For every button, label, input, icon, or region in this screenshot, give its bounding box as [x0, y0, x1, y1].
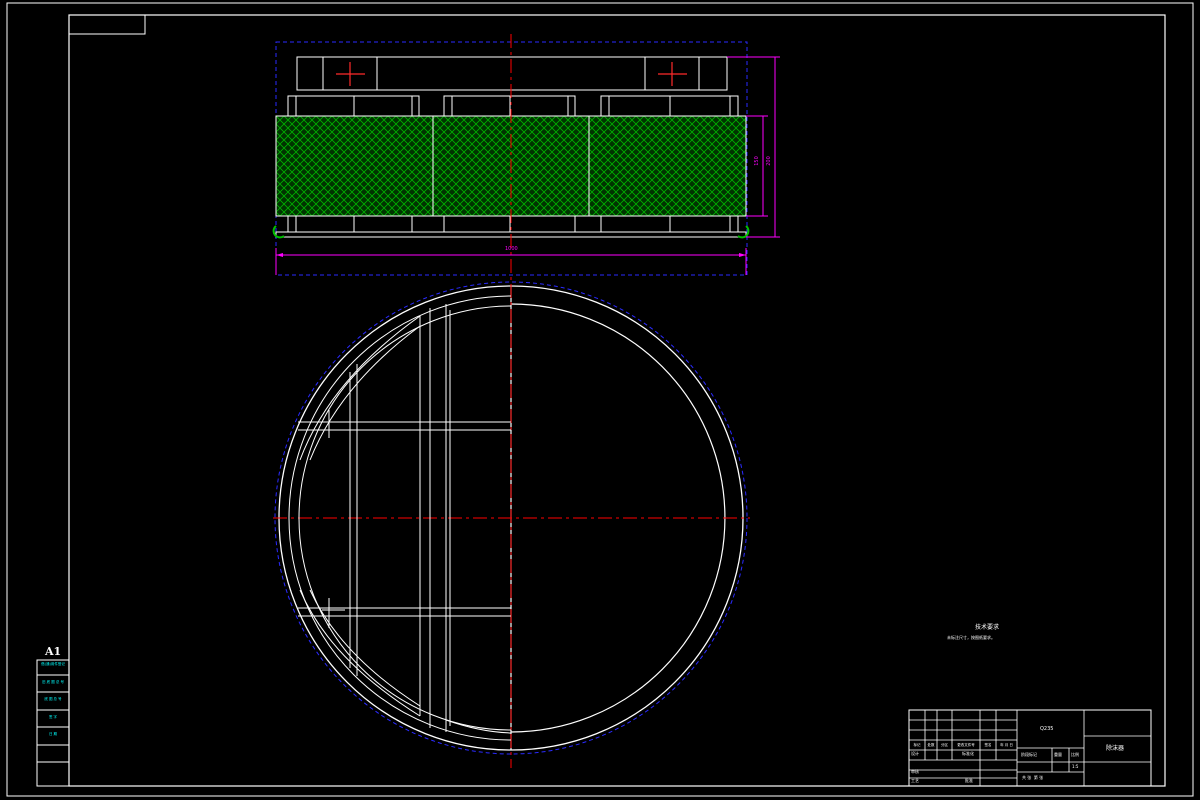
- cad-drawing-canvas: A1 借(通)用件登记旧 底 图 总 号底 图 总 号签 字日 期 技术要求 未…: [0, 0, 1200, 800]
- top-left-code-box: [68, 14, 146, 35]
- title-block-header-cell: 更改文件号: [957, 743, 975, 747]
- title-block-role-review: 审核: [911, 769, 919, 774]
- title-block-material: Q235: [1040, 726, 1054, 732]
- left-strip-label: 借(通)用件登记: [41, 662, 65, 666]
- tech-notes: 技术要求 未标注尺寸，按图纸要求。: [947, 622, 1027, 641]
- title-block-header-cell: 标记: [913, 743, 921, 747]
- title-block-part-name: 除沫器: [1106, 745, 1125, 752]
- title-block-approval: 批准: [965, 778, 973, 783]
- left-arc-plates-top: [299, 315, 421, 461]
- left-strip-label: 签 字: [48, 714, 58, 719]
- bottom-dimension-text: 1000: [505, 246, 518, 252]
- title-block-stage: 阶段标记: [1021, 752, 1037, 757]
- plan-view: [273, 281, 750, 768]
- title-block-scale-label: 比例: [1071, 752, 1079, 757]
- left-horizontal-beams: [298, 421, 511, 617]
- lower-grid-dividers: [295, 216, 731, 232]
- left-strip-label: 旧 底 图 总 号: [42, 679, 64, 684]
- title-block-header: 标记 处数 分区 更改文件号 签名 年 月 日: [909, 740, 1017, 750]
- marker-cross-right: [658, 62, 687, 86]
- title-block-header-cell: 签名: [984, 743, 992, 747]
- upper-grid-dividers: [295, 96, 731, 116]
- title-block-weight: 重量: [1054, 752, 1062, 757]
- title-block-header-cell: 处数: [927, 743, 935, 747]
- right-dimension-lines: [762, 57, 776, 237]
- left-inner-vertical-bars: [349, 364, 358, 676]
- title-block-role-process: 工艺: [911, 778, 919, 783]
- title-block-standardization: 标准化: [962, 751, 974, 756]
- title-block-header-cell: 年 月 日: [1000, 743, 1013, 747]
- elevation-view: [272, 34, 780, 282]
- right-inner-dimension-text: 150: [753, 156, 760, 166]
- tech-notes-title: 技术要求: [974, 624, 999, 631]
- tech-notes-line: 未标注尺寸，按图纸要求。: [947, 635, 995, 640]
- title-block-role-design: 设计: [911, 751, 919, 756]
- left-clamp-details: [322, 410, 345, 628]
- title-block-scale: 1:5: [1072, 764, 1079, 769]
- right-outer-dimension-text: 200: [765, 156, 772, 166]
- left-bottom-detail: [445, 719, 512, 734]
- drawing-svg: [6, 2, 1194, 797]
- left-strip-label: 底 图 总 号: [44, 697, 62, 701]
- sheet-size-label: A1: [45, 645, 62, 658]
- left-strip-labels: 借(通)用件登记旧 底 图 总 号底 图 总 号签 字日 期: [37, 662, 69, 750]
- marker-cross-left: [336, 62, 365, 86]
- title-block-sheet-info: 共 张 第 张: [1022, 775, 1044, 780]
- left-strip-label: 日 期: [48, 732, 58, 736]
- title-block-header-cell: 分区: [941, 743, 948, 747]
